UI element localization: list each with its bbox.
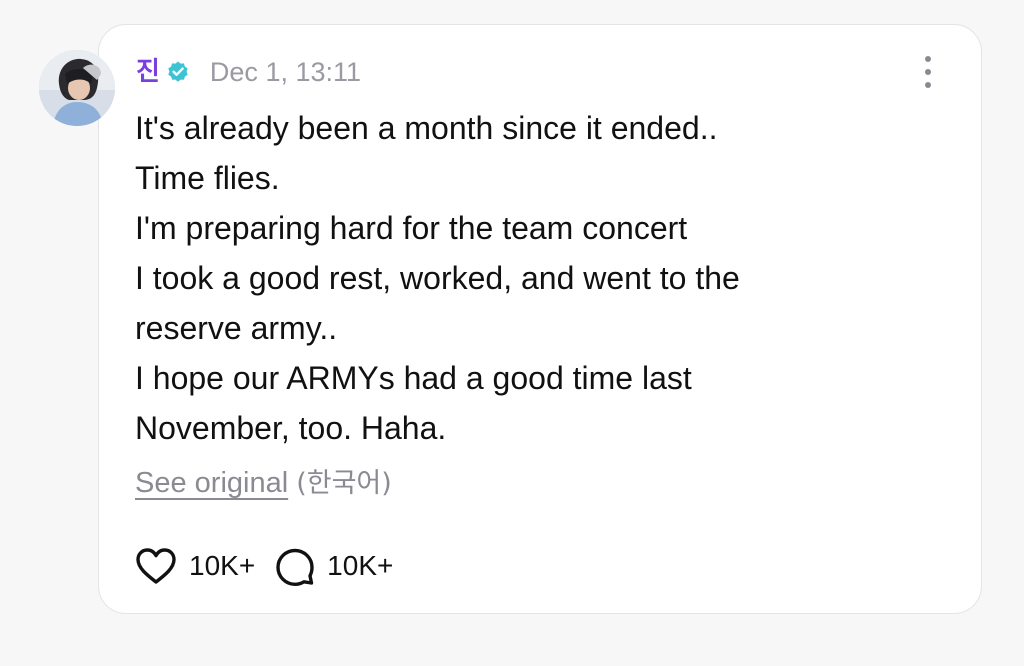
post-text-line: It's already been a month since it ended… — [135, 110, 718, 146]
post-text-line: I took a good rest, worked, and went to … — [135, 260, 740, 296]
comment-button[interactable]: 10K+ — [275, 546, 393, 586]
post-text-line: reserve army.. — [135, 310, 338, 346]
avatar[interactable] — [39, 50, 115, 126]
like-count: 10K+ — [189, 550, 256, 581]
like-button[interactable]: 10K+ — [135, 547, 255, 585]
post-text-line: Time flies. — [135, 160, 280, 196]
post-text-line: I'm preparing hard for the team concert — [135, 210, 688, 246]
post-header: 진 Dec 1, 13:11 — [136, 52, 361, 92]
post-body: It's already been a month since it ended… — [135, 103, 915, 453]
post-text-line: I hope our ARMYs had a good time last — [135, 360, 692, 396]
author-name[interactable]: 진 — [136, 59, 160, 85]
post-timestamp: Dec 1, 13:11 — [209, 56, 362, 87]
post-actions: 10K+ 10K+ — [135, 544, 393, 588]
post-text-line: November, too. Haha. — [135, 410, 447, 446]
comment-bubble-icon — [276, 548, 314, 586]
translation-row: See original (한국어) — [135, 463, 392, 504]
comment-count: 10K+ — [327, 550, 394, 581]
see-original-link[interactable]: See original — [135, 467, 288, 499]
verified-badge-icon — [168, 61, 188, 82]
more-vertical-icon[interactable] — [916, 54, 940, 90]
original-language-label: (한국어) — [296, 468, 392, 499]
heart-icon — [136, 548, 176, 584]
